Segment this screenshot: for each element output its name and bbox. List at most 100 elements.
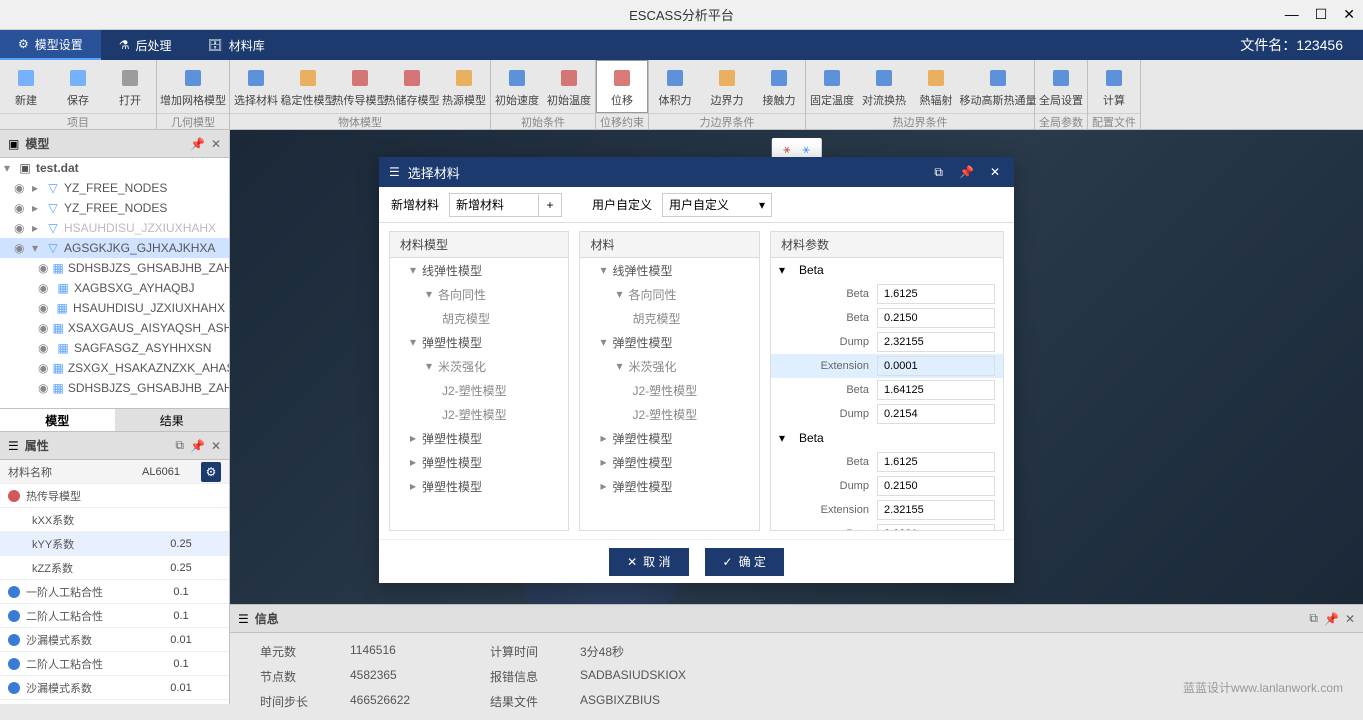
- restore-icon[interactable]: ⧉: [930, 165, 947, 180]
- material-tree-item[interactable]: ▾米茨强化: [580, 354, 758, 378]
- pin-icon[interactable]: 📌: [190, 137, 205, 151]
- param-value-input[interactable]: 0.0001: [877, 524, 995, 530]
- toolbar-source[interactable]: 热源模型: [438, 60, 490, 113]
- axis-icon[interactable]: ⚹: [803, 142, 810, 157]
- maximize-icon[interactable]: ☐: [1315, 6, 1328, 23]
- toolbar-open[interactable]: 打开: [104, 60, 156, 113]
- material-tree-item[interactable]: ▸弹塑性模型: [580, 474, 758, 498]
- param-value-input[interactable]: 0.2150: [877, 476, 995, 496]
- menu-material-lib[interactable]: 🗄 材料库: [190, 30, 283, 60]
- material-tree-item[interactable]: ▸弹塑性模型: [390, 474, 568, 498]
- tree-node[interactable]: ◉▦XAGBSXG_AYHAQBJ: [0, 278, 229, 298]
- param-row[interactable]: Extension2.32155: [771, 498, 1003, 522]
- tree-node[interactable]: ◉▦HSAUHDISU_JZXIUXHAHX: [0, 298, 229, 318]
- toolbar-gauss[interactable]: 移动高斯热通量: [962, 60, 1034, 113]
- param-value-input[interactable]: 2.32155: [877, 332, 995, 352]
- tree-node[interactable]: ◉▸▽YZ_FREE_NODES: [0, 198, 229, 218]
- toolbar-edgef[interactable]: 边界力: [701, 60, 753, 113]
- prop-row[interactable]: kZZ系数0.25: [0, 556, 229, 580]
- toolbar-fixtemp[interactable]: 固定温度: [806, 60, 858, 113]
- prop-group[interactable]: 沙漏模式系数0.01: [0, 628, 229, 652]
- tree-node[interactable]: ◉▾▽AGSGKJKG_GJHXAJKHXA: [0, 238, 229, 258]
- tree-node[interactable]: ◉▦XSAXGAUS_AISYAQSH_ASHX: [0, 318, 229, 338]
- toolbar-store[interactable]: 热储存模型: [386, 60, 438, 113]
- toolbar-calc[interactable]: 计算: [1088, 60, 1140, 113]
- material-tree-item[interactable]: 胡克模型: [580, 306, 758, 330]
- param-value-input[interactable]: 1.6125: [877, 284, 995, 304]
- material-tree-item[interactable]: ▾弹塑性模型: [580, 330, 758, 354]
- material-tree-item[interactable]: ▸弹塑性模型: [390, 426, 568, 450]
- toolbar-rad[interactable]: 熱辐射: [910, 60, 962, 113]
- close-panel-icon[interactable]: ✕: [211, 439, 221, 453]
- toolbar-initv[interactable]: 初始速度: [491, 60, 543, 113]
- tree-root[interactable]: ▾▣test.dat: [0, 158, 229, 178]
- pin-icon[interactable]: 📌: [190, 439, 205, 453]
- prop-row[interactable]: kXX系数: [0, 508, 229, 532]
- tab-results[interactable]: 结果: [115, 409, 230, 431]
- prop-group[interactable]: 二阶人工粘合性0.1: [0, 652, 229, 676]
- tree-node[interactable]: ◉▸▽YZ_FREE_NODES: [0, 178, 229, 198]
- add-button[interactable]: +: [538, 193, 562, 217]
- toolbar-heat[interactable]: 热传导模型: [334, 60, 386, 113]
- close-icon[interactable]: ✕: [986, 165, 1004, 179]
- add-material-input[interactable]: [449, 193, 539, 217]
- toolbar-conv[interactable]: 对流换热: [858, 60, 910, 113]
- param-value-input[interactable]: 0.0001: [877, 356, 995, 376]
- minimize-icon[interactable]: —: [1285, 6, 1299, 23]
- param-value-input[interactable]: 0.2154: [877, 404, 995, 424]
- material-tree-item[interactable]: ▾米茨强化: [390, 354, 568, 378]
- material-tree-item[interactable]: J2-塑性模型: [580, 378, 758, 402]
- material-tree-item[interactable]: ▸弹塑性模型: [390, 450, 568, 474]
- menu-model-settings[interactable]: ⚙ 模型设置: [0, 30, 101, 60]
- ok-button[interactable]: ✓ 确 定: [705, 548, 784, 576]
- param-value-input[interactable]: 1.6125: [877, 452, 995, 472]
- dialog-header[interactable]: ☰ 选择材料 ⧉ 📌 ✕: [379, 157, 1014, 187]
- param-row[interactable]: Dump0.2154: [771, 402, 1003, 426]
- close-icon[interactable]: ✕: [1343, 6, 1355, 23]
- toolbar-global[interactable]: 全局设置: [1035, 60, 1087, 113]
- param-row[interactable]: Dump2.32155: [771, 330, 1003, 354]
- user-custom-select[interactable]: 用户自定义▾: [662, 193, 772, 217]
- param-value-input[interactable]: 0.2150: [877, 308, 995, 328]
- pin-icon[interactable]: 📌: [955, 165, 978, 179]
- material-tree-item[interactable]: ▸弹塑性模型: [580, 450, 758, 474]
- tree-node[interactable]: ◉▦SDHSBJZS_GHSABJHB_ZAHU: [0, 378, 229, 398]
- prop-group[interactable]: 二阶人工粘合性0.1: [0, 604, 229, 628]
- param-group[interactable]: ▾Beta: [771, 258, 1003, 282]
- param-row[interactable]: Extension0.0001: [771, 354, 1003, 378]
- prop-group[interactable]: 一阶人工粘合性0.1: [0, 580, 229, 604]
- tree-node[interactable]: ◉▦SDHSBJZS_GHSABJHB_ZAHU: [0, 258, 229, 278]
- param-row[interactable]: Dump0.2150: [771, 474, 1003, 498]
- material-tree-item[interactable]: ▾线弹性模型: [390, 258, 568, 282]
- param-row[interactable]: Beta1.6125: [771, 450, 1003, 474]
- tree-node[interactable]: ◉▦SAGFASGZ_ASYHHXSN: [0, 338, 229, 358]
- param-value-input[interactable]: 2.32155: [877, 500, 995, 520]
- tree-node[interactable]: ◉▦ZSXGX_HSAKAZNZXK_AHASX: [0, 358, 229, 378]
- model-tree[interactable]: ▾▣test.dat◉▸▽YZ_FREE_NODES◉▸▽YZ_FREE_NOD…: [0, 158, 229, 408]
- toolbar-stable[interactable]: 稳定性模型: [282, 60, 334, 113]
- toolbar-disp[interactable]: 位移: [596, 60, 648, 113]
- material-tree-item[interactable]: ▾各向同性: [580, 282, 758, 306]
- prop-group[interactable]: 沙漏模式系数0.01: [0, 676, 229, 700]
- tab-model[interactable]: 模型: [0, 409, 115, 431]
- param-row[interactable]: Beta0.0001: [771, 522, 1003, 530]
- toolbar-initt[interactable]: 初始温度: [543, 60, 595, 113]
- param-value-input[interactable]: 1.64125: [877, 380, 995, 400]
- axis-icon[interactable]: ⚹: [783, 142, 790, 157]
- material-tree-item[interactable]: ▾各向同性: [390, 282, 568, 306]
- toolbar-selmat[interactable]: 选择材料: [230, 60, 282, 113]
- prop-row[interactable]: kYY系数0.25: [0, 532, 229, 556]
- param-group[interactable]: ▾Beta: [771, 426, 1003, 450]
- param-row[interactable]: Beta1.6125: [771, 282, 1003, 306]
- param-row[interactable]: Beta0.2150: [771, 306, 1003, 330]
- close-panel-icon[interactable]: ✕: [211, 137, 221, 151]
- toolbar-addmesh[interactable]: 增加网格模型: [157, 60, 229, 113]
- material-tree-item[interactable]: ▾弹塑性模型: [390, 330, 568, 354]
- restore-icon[interactable]: ⧉: [1309, 611, 1318, 626]
- material-tree-item[interactable]: ▸弹塑性模型: [580, 426, 758, 450]
- material-tree-item[interactable]: J2-塑性模型: [390, 378, 568, 402]
- toolbar-new[interactable]: 新建: [0, 60, 52, 113]
- tree-node[interactable]: ◉▸▽HSAUHDISU_JZXIUXHAHX: [0, 218, 229, 238]
- pin-icon[interactable]: 📌: [1324, 612, 1339, 626]
- toolbar-contact[interactable]: 接触力: [753, 60, 805, 113]
